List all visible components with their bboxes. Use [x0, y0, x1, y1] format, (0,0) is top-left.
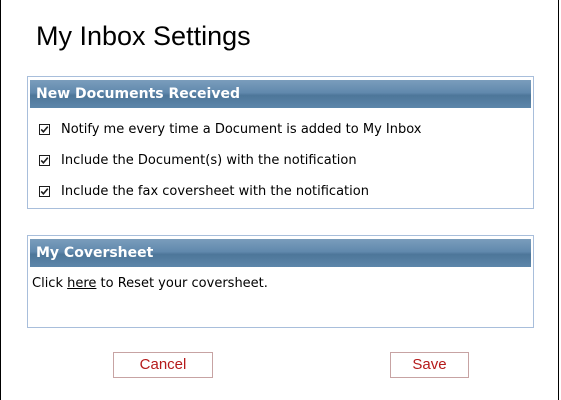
notify-option-label: Notify me every time a Document is added… [61, 121, 422, 137]
include-documents-checkbox[interactable] [39, 154, 50, 166]
page-title: My Inbox Settings [36, 21, 251, 51]
checkmark-icon [40, 125, 49, 133]
notify-checkbox[interactable] [39, 123, 50, 135]
coversheet-panel: My Coversheet Click here to Reset your c… [27, 235, 534, 328]
cancel-button[interactable]: Cancel [113, 352, 213, 378]
new-documents-header: New Documents Received [30, 80, 531, 108]
checkmark-icon [40, 156, 49, 164]
coversheet-header: My Coversheet [30, 239, 531, 267]
reset-text-after: to Reset your coversheet. [96, 276, 268, 291]
include-coversheet-option-label: Include the fax coversheet with the noti… [61, 183, 369, 199]
save-button[interactable]: Save [390, 352, 469, 378]
include-coversheet-checkbox[interactable] [39, 185, 50, 197]
include-documents-option[interactable]: Include the Document(s) with the notific… [39, 152, 357, 168]
include-documents-option-label: Include the Document(s) with the notific… [61, 152, 357, 168]
settings-window: My Inbox Settings New Documents Received… [0, 0, 559, 400]
include-coversheet-option[interactable]: Include the fax coversheet with the noti… [39, 183, 369, 199]
reset-coversheet-text: Click here to Reset your coversheet. [32, 276, 268, 291]
reset-coversheet-link[interactable]: here [67, 276, 96, 291]
reset-text-before: Click [32, 276, 68, 291]
notify-option[interactable]: Notify me every time a Document is added… [39, 121, 421, 137]
checkmark-icon [40, 187, 49, 195]
new-documents-panel: New Documents Received Notify me every t… [27, 76, 534, 209]
